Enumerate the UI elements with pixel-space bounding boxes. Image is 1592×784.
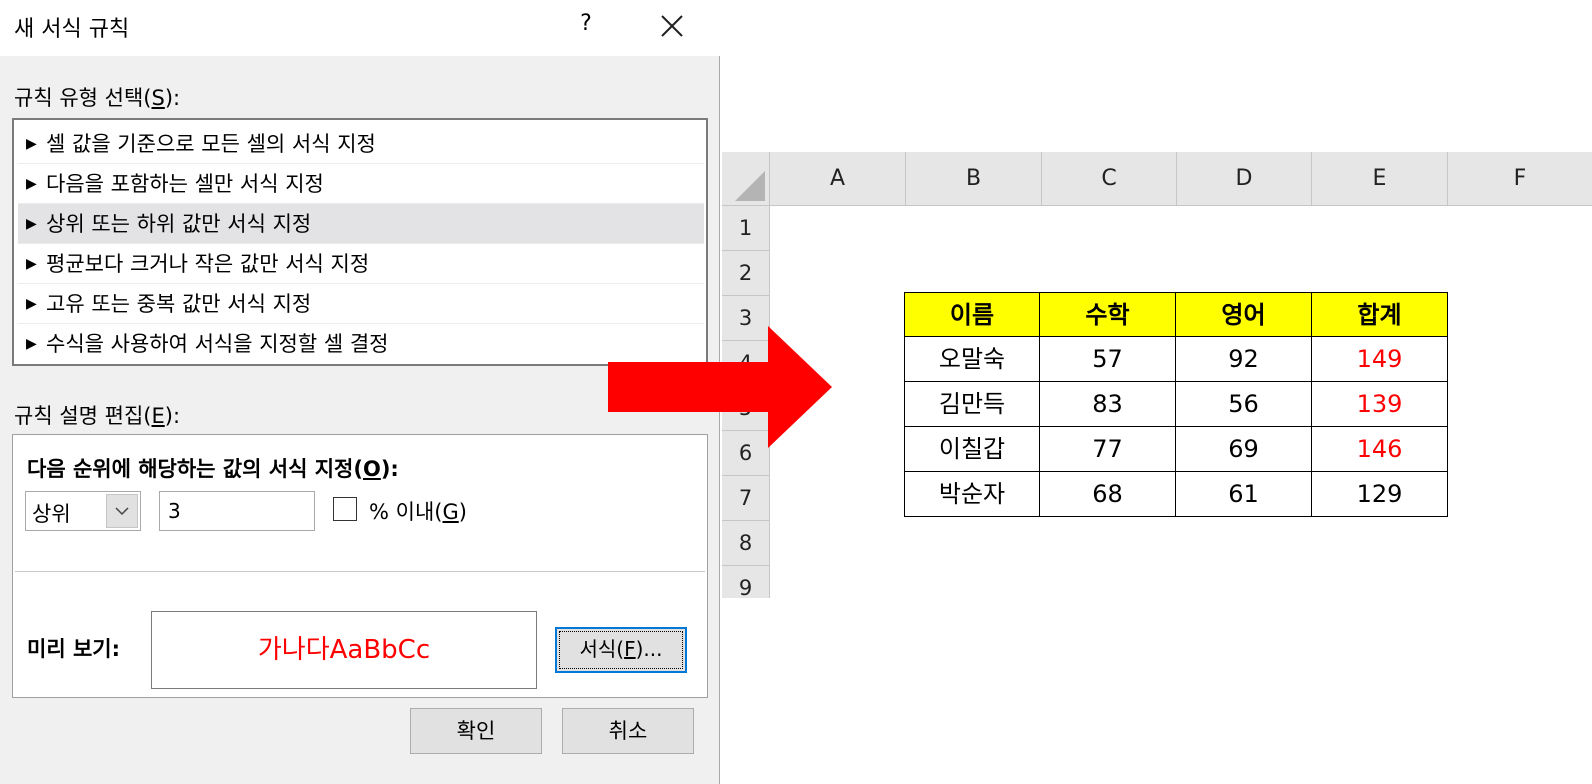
percent-checkbox-label: % 이내(G) [369,500,467,524]
table-cell[interactable]: 김만득 [904,382,1040,427]
rank-select[interactable]: 상위 [25,491,141,531]
dialog-title: 새 서식 규칙 [14,17,130,42]
table-cell[interactable]: 오말숙 [904,337,1040,382]
percent-checkbox[interactable] [333,497,357,521]
triangle-right-icon: ▶ [26,176,37,192]
table-header-cell[interactable]: 합계 [1312,292,1448,337]
table-cell[interactable]: 56 [1176,382,1312,427]
column-header-b[interactable]: B [906,152,1042,206]
triangle-right-icon: ▶ [26,256,37,272]
triangle-right-icon: ▶ [26,216,37,232]
right-arrow-icon [608,326,832,448]
rank-format-title: 다음 순위에 해당하는 값의 서식 지정(O): [27,457,399,481]
table-cell-highlighted[interactable]: 146 [1312,427,1448,472]
table-cell-highlighted[interactable]: 149 [1312,337,1448,382]
table-cell[interactable]: 68 [1040,472,1176,517]
table-cell[interactable]: 69 [1176,427,1312,472]
triangle-right-icon: ▶ [26,136,37,152]
column-header-c[interactable]: C [1042,152,1177,206]
table-cell[interactable]: 92 [1176,337,1312,382]
row-header-9[interactable]: 9 [722,566,770,600]
select-all-corner[interactable] [722,152,770,206]
rule-type-item[interactable]: ▶ 고유 또는 중복 값만 서식 지정 [18,284,704,324]
row-header-8[interactable]: 8 [722,521,770,566]
table-header-cell[interactable]: 이름 [904,292,1040,337]
table-cell[interactable]: 61 [1176,472,1312,517]
column-header-d[interactable]: D [1177,152,1312,206]
triangle-right-icon: ▶ [26,336,37,352]
table-cell[interactable]: 129 [1312,472,1448,517]
rule-type-item[interactable]: ▶ 수식을 사용하여 서식을 지정할 셀 결정 [18,324,704,364]
table-cell[interactable]: 이칠갑 [904,427,1040,472]
help-button[interactable]: ? [576,11,596,36]
cancel-button[interactable]: 취소 [562,708,694,754]
rank-select-value: 상위 [32,502,71,526]
rule-type-item[interactable]: ▶ 평균보다 크거나 작은 값만 서식 지정 [18,244,704,284]
row-header-7[interactable]: 7 [722,476,770,521]
table-cell[interactable]: 83 [1040,382,1176,427]
rule-type-item[interactable]: ▶ 다음을 포함하는 셀만 서식 지정 [18,164,704,204]
column-header-a[interactable]: A [770,152,906,206]
close-icon[interactable] [656,10,688,42]
rule-type-label: 규칙 유형 선택(S): [14,86,181,110]
format-button[interactable]: 서식(F)... [555,627,687,673]
chevron-down-icon[interactable] [106,494,138,528]
table-cell[interactable]: 57 [1040,337,1176,382]
edit-rule-label: 규칙 설명 편집(E): [14,404,181,428]
table-cell[interactable]: 77 [1040,427,1176,472]
table-cell-highlighted[interactable]: 139 [1312,382,1448,427]
preview-sample: 가나다AaBbCc [151,611,537,689]
spreadsheet-grid: A B C D E F 1 2 3 4 5 6 7 8 9 이름 수학 영어 합… [722,152,1592,600]
rule-description-panel: 다음 순위에 해당하는 값의 서식 지정(O): 상위 % 이내(G) 미리 보… [12,434,708,698]
column-header-e[interactable]: E [1312,152,1448,206]
table-header-cell[interactable]: 영어 [1176,292,1312,337]
table-header-cell[interactable]: 수학 [1040,292,1176,337]
triangle-right-icon: ▶ [26,296,37,312]
column-header-f[interactable]: F [1448,152,1592,206]
table-cell[interactable]: 박순자 [904,472,1040,517]
divider [15,571,705,572]
preview-label: 미리 보기: [27,637,120,661]
row-header-1[interactable]: 1 [722,206,770,251]
rule-type-list[interactable]: ▶ 셀 값을 기준으로 모든 셀의 서식 지정 ▶ 다음을 포함하는 셀만 서식 지… [12,118,708,366]
rank-value-input[interactable] [159,491,315,531]
row-header-2[interactable]: 2 [722,251,770,296]
rule-type-item[interactable]: ▶ 셀 값을 기준으로 모든 셀의 서식 지정 [18,124,704,164]
ok-button[interactable]: 확인 [410,708,542,754]
rule-type-item-selected[interactable]: ▶ 상위 또는 하위 값만 서식 지정 [18,204,704,244]
dialog-titlebar: 새 서식 규칙 ? [0,0,720,56]
